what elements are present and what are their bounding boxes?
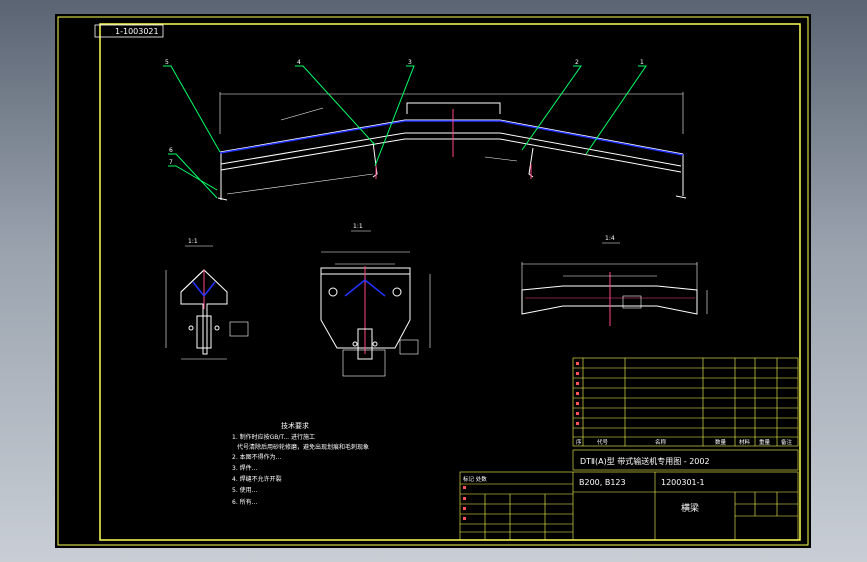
section-view-c: 1:4 (521, 235, 708, 326)
parts-list-header: 序 代号 名称 数量 材料 重量 备注 (576, 438, 793, 446)
product-line: DTⅡ(A)型 带式输送机专用图 - 2002 (580, 456, 710, 466)
part-name: 横梁 (681, 502, 699, 514)
cad-viewport[interactable]: 1-1003021 5 4 3 2 1 6 7 1:1 1:1 1:4 技术要求… (55, 14, 811, 548)
section-view-a: 1:1 (165, 238, 249, 360)
section-a-label: 1:1 (188, 238, 198, 245)
beam-dimensions (219, 92, 684, 195)
tech-req-line: 代号清除后用砂轮修磨，避免出现划痕和毛刺现象 (237, 443, 369, 451)
drawing-number-title: 1200301-1 (661, 478, 705, 487)
parts-list (572, 357, 799, 447)
tech-req-line: 4. 焊缝不允许开裂 (232, 475, 282, 483)
cad-drawing: 1-1003021 5 4 3 2 1 6 7 1:1 1:1 1:4 技术要求… (57, 16, 809, 546)
tech-req-line: 3. 焊件... (232, 464, 257, 472)
section-view-b: 1:1 (320, 223, 431, 377)
tech-req-line: 5. 使用... (232, 486, 257, 494)
parts-list-marks (576, 362, 579, 425)
section-b-label: 1:1 (353, 223, 363, 230)
callout-leaders (163, 65, 647, 199)
revision-header: 标记 处数 (463, 475, 487, 483)
section-c-label: 1:4 (605, 235, 615, 242)
header-cell: 材料 (739, 438, 751, 446)
header-cell: 代号 (597, 438, 609, 446)
callout-number: 1 (640, 59, 644, 66)
title-block-marks (463, 486, 466, 520)
beam-axis-marks (375, 109, 532, 179)
beam-centerline (219, 120, 684, 156)
callout-number: 6 (169, 147, 173, 154)
callout-number: 4 (297, 59, 301, 66)
callout-number: 2 (575, 59, 579, 66)
header-cell: 序 (576, 438, 582, 446)
header-cell: 重量 (759, 438, 771, 446)
drawing-number: 1-1003021 (115, 27, 159, 36)
header-cell: 备注 (781, 438, 793, 446)
header-cell: 名称 (655, 438, 667, 446)
tech-req-line: 1. 制作时应按GB/T... 进行施工 (232, 433, 315, 441)
callout-number: 5 (165, 59, 169, 66)
tech-req-title: 技术要求 (281, 421, 309, 430)
series-label: B200, B123 (579, 478, 626, 487)
tech-req-line: 2. 本图不得作为... (232, 453, 281, 461)
header-cell: 数量 (715, 438, 727, 446)
title-block-text: 标记 处数 DTⅡ(A)型 带式输送机专用图 - 2002 B200, B123… (463, 456, 710, 514)
callout-number: 3 (408, 59, 412, 66)
tech-req-line: 6. 所有... (232, 498, 257, 506)
technical-requirements: 技术要求 1. 制作时应按GB/T... 进行施工 代号清除后用砂轮修磨，避免出… (232, 421, 369, 506)
callout-number: 7 (169, 159, 173, 166)
